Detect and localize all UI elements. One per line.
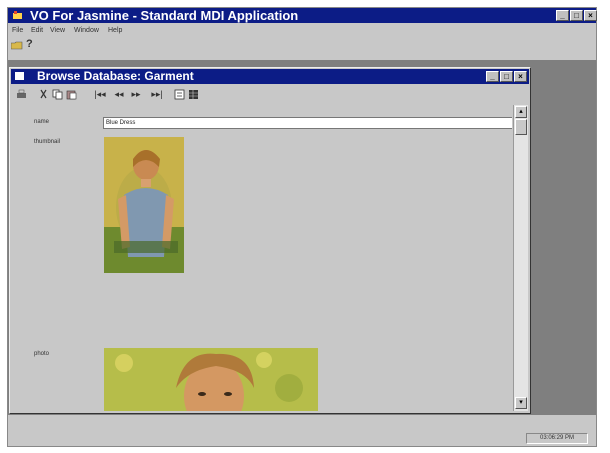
browse-toolbar: |◂◂ ◂◂ ▸▸ ▸▸| (12, 87, 528, 104)
record-form: name Blue Dress thumbnail photo (12, 105, 512, 411)
photo-label: photo (34, 351, 50, 357)
minimize-button[interactable]: _ (556, 10, 569, 21)
next-record-icon[interactable]: ▸▸ (128, 89, 144, 100)
table-view-icon[interactable] (188, 89, 199, 100)
scroll-thumb[interactable] (515, 119, 527, 135)
app-icon[interactable] (12, 10, 23, 21)
name-field[interactable]: Blue Dress (103, 117, 512, 129)
status-bar: 03:06:29 PM (8, 430, 596, 447)
vertical-scrollbar[interactable]: ▴ ▾ (513, 105, 528, 411)
scroll-up-arrow-icon[interactable]: ▴ (515, 106, 527, 118)
print-icon[interactable] (16, 89, 27, 100)
open-folder-icon[interactable] (11, 40, 23, 50)
menu-window[interactable]: Window (74, 24, 99, 37)
main-title-bar[interactable]: VO For Jasmine - Standard MDI Applicatio… (8, 8, 597, 23)
window-menu-icon[interactable] (15, 72, 24, 80)
main-window: VO For Jasmine - Standard MDI Applicatio… (7, 7, 597, 447)
thumbnail-label: thumbnail (34, 139, 61, 145)
last-record-icon[interactable]: ▸▸| (149, 89, 165, 100)
child-close-button[interactable]: × (514, 71, 527, 82)
thumbnail-image (104, 137, 184, 273)
scroll-down-arrow-icon[interactable]: ▾ (515, 397, 527, 409)
name-label: name (34, 119, 50, 125)
menu-help[interactable]: Help (108, 24, 122, 37)
child-title: Browse Database: Garment (37, 69, 194, 83)
mdi-client-area: Browse Database: Garment _ □ × |◂◂ ◂◂ ▸▸… (8, 60, 596, 415)
first-record-icon[interactable]: |◂◂ (92, 89, 108, 100)
paste-icon[interactable] (66, 89, 77, 100)
form-view-icon[interactable] (174, 89, 185, 100)
previous-record-icon[interactable]: ◂◂ (111, 89, 127, 100)
menu-edit[interactable]: Edit (31, 24, 43, 37)
photo-image (104, 348, 318, 411)
status-time: 03:06:29 PM (526, 433, 588, 444)
app-title: VO For Jasmine - Standard MDI Applicatio… (30, 8, 299, 23)
main-toolbar: ? (8, 38, 596, 54)
copy-icon[interactable] (52, 89, 63, 100)
browse-window: Browse Database: Garment _ □ × |◂◂ ◂◂ ▸▸… (9, 67, 531, 414)
child-minimize-button[interactable]: _ (486, 71, 499, 82)
help-icon[interactable]: ? (26, 38, 33, 50)
menu-bar: File Edit View Window Help (8, 24, 596, 37)
maximize-button[interactable]: □ (570, 10, 583, 21)
menu-view[interactable]: View (50, 24, 65, 37)
close-button[interactable]: × (584, 10, 597, 21)
child-maximize-button[interactable]: □ (500, 71, 513, 82)
cut-icon[interactable] (38, 89, 49, 100)
menu-file[interactable]: File (12, 24, 23, 37)
child-title-bar[interactable]: Browse Database: Garment _ □ × (11, 69, 529, 84)
